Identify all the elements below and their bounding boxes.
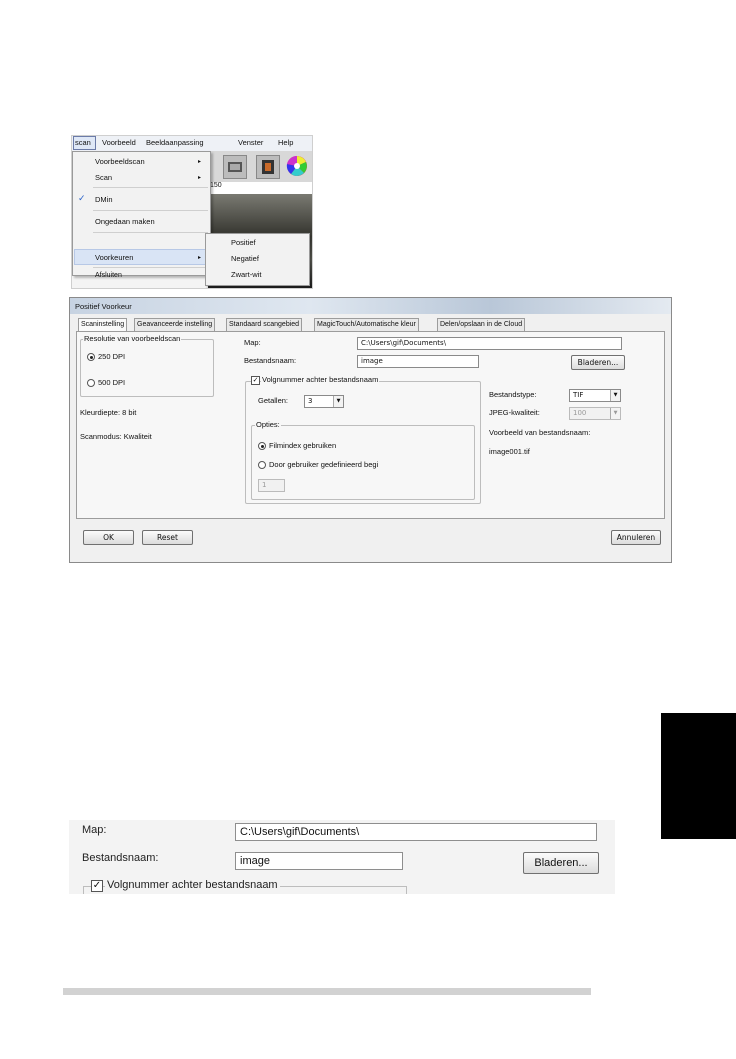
- sequence-checkbox[interactable]: ✓: [251, 376, 260, 385]
- ruler-value: 150: [210, 182, 222, 189]
- zoom-filename-label: Bestandsnaam:: [82, 852, 159, 864]
- resolution-group-label: Resolutie van voorbeeldscan: [83, 334, 182, 343]
- map-input[interactable]: C:\Users\gif\Documents\: [357, 337, 622, 350]
- tab-standaard-scangebied[interactable]: Standaard scangebied: [226, 318, 303, 331]
- jpeg-select[interactable]: 100 ▼: [569, 407, 621, 420]
- tab-magictouch[interactable]: MagicTouch/Automatische kleur: [314, 318, 419, 331]
- label-user-defined: Door gebruiker gedefinieerd begi: [269, 460, 379, 469]
- menu-voorbeeld[interactable]: Voorbeeld: [102, 138, 136, 147]
- cancel-button[interactable]: Annuleren: [611, 530, 661, 545]
- submenu-item-negatief[interactable]: Negatief: [231, 254, 259, 263]
- options-group-label: Opties:: [255, 420, 281, 429]
- scan-mode: Scanmodus: Kwaliteit: [80, 432, 152, 441]
- filetype-select[interactable]: TIF ▼: [569, 389, 621, 402]
- menu-separator: [93, 187, 208, 188]
- zoom-filename-input[interactable]: image: [235, 852, 403, 870]
- dialog-titlebar: Positief Voorkeur: [70, 298, 671, 314]
- voorkeuren-submenu: Positief Negatief Zwart-wit: [205, 233, 310, 286]
- filetype-label: Bestandstype:: [489, 390, 537, 399]
- filename-label: Bestandsnaam:: [244, 356, 297, 365]
- browse-button[interactable]: Bladeren...: [571, 355, 625, 370]
- menu-item-afsluiten[interactable]: Afsluiten: [95, 272, 122, 279]
- digits-label: Getallen:: [258, 396, 289, 405]
- menu-help[interactable]: Help: [278, 138, 293, 147]
- color-wheel-icon[interactable]: [286, 155, 308, 177]
- menu-venster[interactable]: Venster: [238, 138, 263, 147]
- map-label: Map:: [244, 338, 261, 347]
- chapter-tab: [661, 713, 736, 839]
- zoom-map-label: Map:: [82, 824, 107, 836]
- tab-panel: Resolutie van voorbeeldscan 250 DPI 500 …: [76, 331, 665, 519]
- submenu-item-zwart-wit[interactable]: Zwart-wit: [231, 270, 261, 279]
- menu-item-voorbeeldscan[interactable]: Voorbeeldscan: [95, 157, 145, 166]
- dialog-title: Positief Voorkeur: [75, 302, 132, 311]
- reset-button[interactable]: Reset: [142, 530, 193, 545]
- chevron-down-icon: ▼: [333, 396, 343, 407]
- menu-scan[interactable]: scan: [75, 138, 91, 147]
- menu-separator: [93, 210, 208, 211]
- radio-film-index[interactable]: [258, 442, 266, 450]
- digits-value: 3: [308, 397, 313, 405]
- positief-voorkeur-dialog: Positief Voorkeur Scaninstelling Geavanc…: [69, 297, 672, 563]
- menu-separator: [93, 232, 208, 233]
- footer-bar: [63, 988, 591, 995]
- radio-user-defined[interactable]: [258, 461, 266, 469]
- submenu-item-positief[interactable]: Positief: [231, 238, 256, 247]
- radio-250-dpi[interactable]: [87, 353, 95, 361]
- zoom-sequence-checkbox[interactable]: ✓: [91, 880, 103, 892]
- submenu-arrow-icon: ▸: [198, 255, 202, 261]
- color-depth: Kleurdiepte: 8 bit: [80, 408, 137, 417]
- menu-item-scan[interactable]: Scan: [95, 173, 112, 182]
- resolution-group: [80, 339, 214, 397]
- sequence-label: Volgnummer achter bestandsnaam: [261, 375, 380, 384]
- submenu-arrow-icon: ▸: [198, 159, 202, 165]
- label-500-dpi: 500 DPI: [98, 378, 126, 387]
- jpeg-label: JPEG-kwaliteit:: [489, 408, 540, 417]
- menu-item-voorkeuren[interactable]: Voorkeuren: [95, 253, 133, 262]
- filename-input[interactable]: image: [357, 355, 479, 368]
- chevron-down-icon: ▼: [610, 408, 620, 419]
- tab-delen-opslaan[interactable]: Delen/opslaan in de Cloud: [437, 318, 526, 331]
- zoom-map-input[interactable]: C:\Users\gif\Documents\: [235, 823, 597, 841]
- check-icon: ✓: [78, 193, 86, 203]
- submenu-arrow-icon: ▸: [198, 175, 202, 181]
- film-tool-icon[interactable]: [256, 155, 280, 179]
- menu-item-ongedaan-maken[interactable]: Ongedaan maken: [95, 217, 155, 226]
- filetype-value: TIF: [573, 391, 584, 399]
- image-tool-icon[interactable]: [223, 155, 247, 179]
- zoom-sequence-label: Volgnummer achter bestandsnaam: [105, 879, 280, 891]
- example-value: image001.tif: [489, 447, 530, 456]
- tab-scaninstelling[interactable]: Scaninstelling: [78, 318, 128, 332]
- start-number-input[interactable]: 1: [258, 479, 285, 492]
- label-250-dpi: 250 DPI: [98, 352, 126, 361]
- zoom-browse-button[interactable]: Bladeren...: [523, 852, 599, 874]
- tab-geavanceerde-instelling[interactable]: Geavanceerde instelling: [134, 318, 216, 331]
- chevron-down-icon: ▼: [610, 390, 620, 401]
- label-film-index: Filmindex gebruiken: [269, 441, 337, 450]
- ok-button[interactable]: OK: [83, 530, 134, 545]
- menu-screenshot: scan Voorbeeld Beeldaanpassing Venster H…: [71, 135, 313, 289]
- zoomed-filename-section: Map: C:\Users\gif\Documents\ Bestandsnaa…: [69, 820, 615, 894]
- jpeg-value: 100: [573, 409, 587, 417]
- scan-dropdown-menu: Voorbeeldscan ▸ Scan ▸ ✓ DMin Ongedaan m…: [72, 151, 211, 279]
- example-label: Voorbeeld van bestandsnaam:: [489, 428, 591, 437]
- radio-500-dpi[interactable]: [87, 379, 95, 387]
- menu-item-dmin[interactable]: DMin: [95, 195, 113, 204]
- menu-separator: [93, 267, 208, 268]
- menu-beeldaanpassing[interactable]: Beeldaanpassing: [146, 138, 204, 147]
- digits-select[interactable]: 3 ▼: [304, 395, 344, 408]
- menu-bar: scan Voorbeeld Beeldaanpassing Venster H…: [72, 136, 312, 152]
